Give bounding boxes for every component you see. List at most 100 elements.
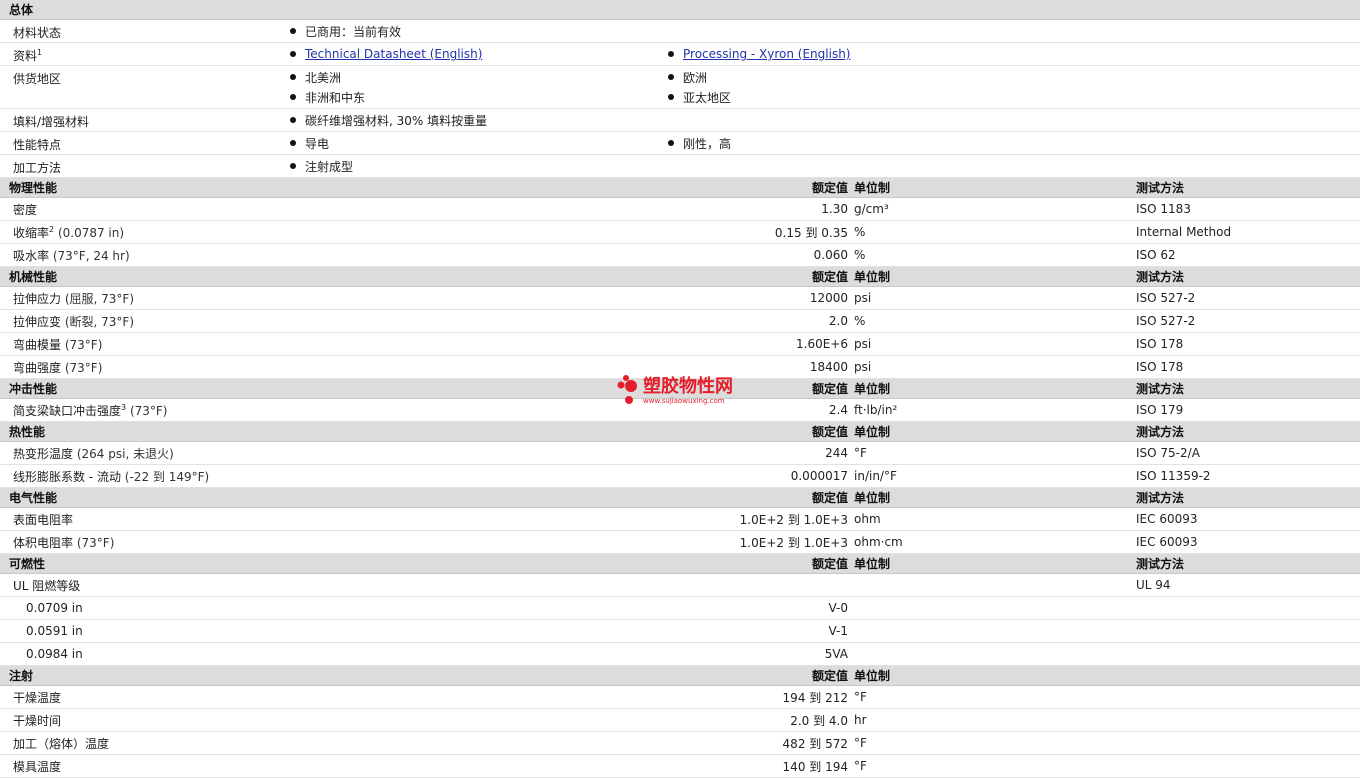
property-value: 1.30 <box>821 202 848 216</box>
property-unit: psi <box>854 291 872 305</box>
general-value-item: 碳纤维增强材料, 30% 填料按重量 <box>287 110 665 130</box>
property-name: 模具温度 <box>13 759 62 774</box>
watermark: 塑胶物性网 www.sujiaowuxing.com <box>617 374 733 408</box>
general-row: 供货地区 北美洲 欧洲非洲和中东 亚太地区 <box>0 66 1360 109</box>
property-unit: in/in/°F <box>854 469 897 483</box>
property-value: 0.060 <box>813 248 848 262</box>
property-value: 1.0E+2 到 1.0E+3 <box>739 512 848 527</box>
property-unit: % <box>854 225 866 239</box>
general-row: 性能特点 导电 刚性，高 <box>0 132 1360 155</box>
property-value: 2.0 <box>828 314 848 328</box>
test-method: ISO 527-2 <box>1136 291 1196 305</box>
general-row: 资料1 Technical Datasheet (English) Processi… <box>0 43 1360 66</box>
property-label: 表面电阻率 <box>0 511 640 528</box>
property-label: 弯曲强度 (73°F) <box>0 359 640 376</box>
column-header-value: 额定值 <box>811 669 848 683</box>
general-values: 已商用：当前有效 <box>287 21 1360 41</box>
property-row: 模具温度 140 到 194 °F <box>0 755 1360 778</box>
general-value-item: 已商用：当前有效 <box>287 21 665 41</box>
property-unit: g/cm³ <box>854 202 889 216</box>
column-header-test: 测试方法 <box>1136 425 1185 439</box>
property-label: 吸水率 (73°F, 24 hr) <box>0 247 640 264</box>
general-value-item: Processing - Xyron (English) <box>665 44 1043 64</box>
document-link[interactable]: Technical Datasheet (English) <box>305 47 482 61</box>
property-value: 12000 <box>809 291 848 305</box>
general-values: 注射成型 <box>287 156 1360 176</box>
property-unit: % <box>854 248 866 262</box>
general-value-item: 亚太地区 <box>665 87 1043 107</box>
property-name: 0.0984 in <box>26 647 83 661</box>
property-name: 密度 <box>13 202 38 217</box>
property-unit: % <box>854 314 866 328</box>
general-value-text: 已商用：当前有效 <box>305 24 402 39</box>
property-value: 5VA <box>824 647 848 661</box>
test-method: ISO 1183 <box>1136 202 1191 216</box>
section-header-general: 总体 <box>0 0 1360 20</box>
property-label: 加工（熔体）温度 <box>0 735 640 752</box>
property-condition: (73°F) <box>129 403 168 418</box>
property-label: 收缩率2 (0.0787 in) <box>0 224 640 241</box>
general-row: 材料状态 已商用：当前有效 <box>0 20 1360 43</box>
property-name: 拉伸应变 <box>13 314 62 329</box>
general-values: 碳纤维增强材料, 30% 填料按重量 <box>287 110 1360 130</box>
bullet-icon <box>290 74 296 80</box>
test-method: ISO 62 <box>1136 248 1176 262</box>
section-title: 冲击性能 <box>9 382 58 396</box>
property-name: 0.0709 in <box>26 601 83 615</box>
column-header-value: 额定值 <box>811 270 848 284</box>
property-row: 吸水率 (73°F, 24 hr) 0.060% ISO 62 <box>0 244 1360 267</box>
property-unit: °F <box>854 736 867 750</box>
section-title: 可燃性 <box>9 557 46 571</box>
property-name: 弯曲强度 <box>13 360 62 375</box>
property-name: 线形膨胀系数 - 流动 <box>13 469 121 484</box>
bullet-icon <box>668 94 674 100</box>
column-header-unit: 单位制 <box>854 382 891 396</box>
property-row: 体积电阻率 (73°F) 1.0E+2 到 1.0E+3 ohm·cm IEC 600… <box>0 531 1360 554</box>
property-label: 弯曲模量 (73°F) <box>0 336 640 353</box>
property-row: 收缩率2 (0.0787 in) 0.15 到 0.35% Internal Met… <box>0 221 1360 244</box>
general-values: 导电 刚性，高 <box>287 133 1360 153</box>
property-unit: psi <box>854 360 872 374</box>
property-condition: (73°F) <box>64 337 103 352</box>
property-condition: (264 psi, 未退火) <box>76 446 174 461</box>
property-value: 244 <box>825 446 848 460</box>
column-header-unit: 单位制 <box>854 491 891 505</box>
general-label: 供货地区 <box>0 66 287 87</box>
property-label: 0.0709 in <box>0 601 640 615</box>
property-value: V-1 <box>828 624 848 638</box>
test-method: UL 94 <box>1136 578 1171 592</box>
property-name: 体积电阻率 <box>13 535 74 550</box>
property-name: UL 阻燃等级 <box>13 578 81 593</box>
general-row: 填料/增强材料 碳纤维增强材料, 30% 填料按重量 <box>0 109 1360 132</box>
property-name: 干燥时间 <box>13 713 62 728</box>
property-unit: ohm·cm <box>854 535 903 549</box>
general-value-text: 亚太地区 <box>683 90 732 105</box>
property-name: 收缩率 <box>13 225 50 240</box>
general-value-text: 导电 <box>305 136 330 151</box>
property-value: 194 到 212 <box>782 690 848 705</box>
property-unit: °F <box>854 446 867 460</box>
section-title: 注射 <box>9 669 34 683</box>
general-value-text: 欧洲 <box>683 70 708 85</box>
test-method: ISO 178 <box>1136 337 1184 351</box>
property-unit: ohm <box>854 512 881 526</box>
property-value: 2.0 到 4.0 <box>790 713 848 728</box>
general-value-text: 非洲和中东 <box>305 90 366 105</box>
general-values: 北美洲 欧洲非洲和中东 亚太地区 <box>287 67 1360 107</box>
bullet-icon <box>290 140 296 146</box>
general-value-item: 注射成型 <box>287 156 665 176</box>
section-header: 热性能 额定值 单位制 测试方法 <box>0 422 1360 442</box>
property-row: 拉伸应力 (屈服, 73°F) 12000 psi ISO 527-2 <box>0 287 1360 310</box>
bullet-icon <box>290 94 296 100</box>
bullet-icon <box>290 163 296 169</box>
bullet-icon <box>290 117 296 123</box>
document-link[interactable]: Processing - Xyron (English) <box>683 47 850 61</box>
general-value-text: 碳纤维增强材料, 30% 填料按重量 <box>305 113 488 128</box>
general-value-text: 北美洲 <box>305 70 342 85</box>
section-title: 电气性能 <box>9 491 58 505</box>
property-label: 干燥温度 <box>0 689 640 706</box>
general-value-item: 导电 <box>287 133 665 153</box>
general-value-item: Technical Datasheet (English) <box>287 44 665 64</box>
property-label: 热变形温度 (264 psi, 未退火) <box>0 445 640 462</box>
property-condition: (断裂, 73°F) <box>64 314 135 329</box>
